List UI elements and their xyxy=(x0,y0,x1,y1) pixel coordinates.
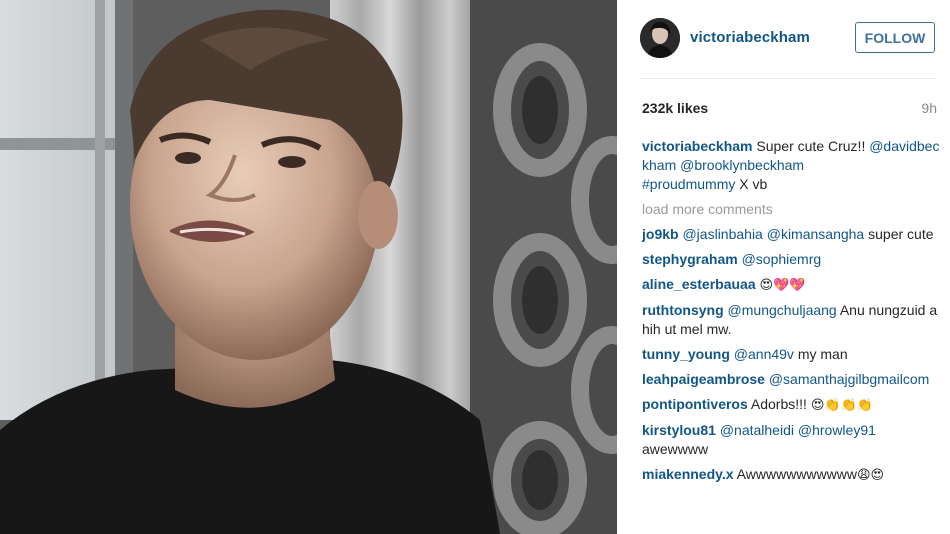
comment-mention[interactable]: @natalheidi xyxy=(720,422,794,438)
likes-count[interactable]: 232k likes xyxy=(642,100,708,116)
comment-username[interactable]: tunny_young xyxy=(642,346,730,362)
post-timestamp[interactable]: 9h xyxy=(921,100,937,116)
avatar[interactable] xyxy=(640,18,680,58)
comment-username[interactable]: aline_esterbauaa xyxy=(642,276,756,292)
comment-mention[interactable]: @hrowley91 xyxy=(798,422,876,438)
comment-text: Awwwwwwwwwww xyxy=(733,466,857,482)
comment-mention[interactable]: @ann49v xyxy=(734,346,794,362)
list-item: miakennedy.x Awwwwwwwwwww😩😍 xyxy=(642,465,942,485)
comment-text: super cute xyxy=(864,226,934,242)
caption-text: Super cute Cruz!! xyxy=(752,138,870,154)
caption-username[interactable]: victoriabeckham xyxy=(642,138,753,154)
comment-mention[interactable]: @mungchuljaang xyxy=(728,302,837,318)
post-header: victoriabeckham FOLLOW xyxy=(617,0,950,78)
caption-hashtag[interactable]: #proudmummy xyxy=(642,176,735,192)
list-item: tunny_young @ann49v my man xyxy=(642,345,942,364)
emoji-icon: 😍💖💖 xyxy=(759,278,806,293)
list-item: ruthtonsyng @mungchuljaang Anu nungzuid … xyxy=(642,301,942,339)
caption: victoriabeckham Super cute Cruz!! @david… xyxy=(642,137,942,194)
list-item: kirstylou81 @natalheidi @hrowley91 awewww… xyxy=(642,421,942,459)
comment-text: my man xyxy=(793,346,848,362)
comment-username[interactable]: miakennedy.x xyxy=(642,466,734,482)
comment-username[interactable]: pontipontiveros xyxy=(642,396,748,412)
post-photo xyxy=(0,0,617,534)
profile-photo-icon xyxy=(640,18,680,58)
comment-username[interactable]: leahpaigeambrose xyxy=(642,371,765,387)
comment-mention[interactable]: @jaslinbahia xyxy=(682,226,762,242)
follow-button[interactable]: FOLLOW xyxy=(855,22,935,53)
comment-username[interactable]: stephygraham xyxy=(642,251,738,267)
comment-text: Adorbs!!! xyxy=(747,396,811,412)
comment-username[interactable]: jo9kb xyxy=(642,226,679,242)
comment-text: awewwww xyxy=(642,441,709,457)
post-media[interactable] xyxy=(0,0,617,534)
comments-list: victoriabeckham Super cute Cruz!! @david… xyxy=(642,137,942,491)
caption-text: X vb xyxy=(735,176,768,192)
list-item: leahpaigeambrose @samanthajgilbgmailcom xyxy=(642,370,942,389)
load-more-comments-link[interactable]: load more comments xyxy=(642,200,942,219)
header-divider xyxy=(640,78,936,79)
list-item: stephygraham @sophiemrg xyxy=(642,250,942,269)
list-item: pontipontiveros Adorbs!!! 😍👏👏👏 xyxy=(642,395,942,415)
list-item: aline_esterbauaa 😍💖💖 xyxy=(642,275,942,295)
emoji-icon: 😩😍 xyxy=(856,468,885,483)
list-item: jo9kb @jaslinbahia @kimansangha super cu… xyxy=(642,225,942,244)
comment-mention[interactable]: @samanthajgilbgmailcom xyxy=(769,371,930,387)
emoji-icon: 😍👏👏👏 xyxy=(810,398,873,413)
comment-mention[interactable]: @sophiemrg xyxy=(742,251,822,267)
comment-mention[interactable]: @kimansangha xyxy=(767,226,865,242)
comment-username[interactable]: kirstylou81 xyxy=(642,422,716,438)
post-details-panel: victoriabeckham FOLLOW 232k likes 9h vic… xyxy=(617,0,950,534)
caption-mention[interactable]: @brooklynbeckham xyxy=(680,157,804,173)
post-username[interactable]: victoriabeckham xyxy=(690,29,810,46)
comment-username[interactable]: ruthtonsyng xyxy=(642,302,724,318)
